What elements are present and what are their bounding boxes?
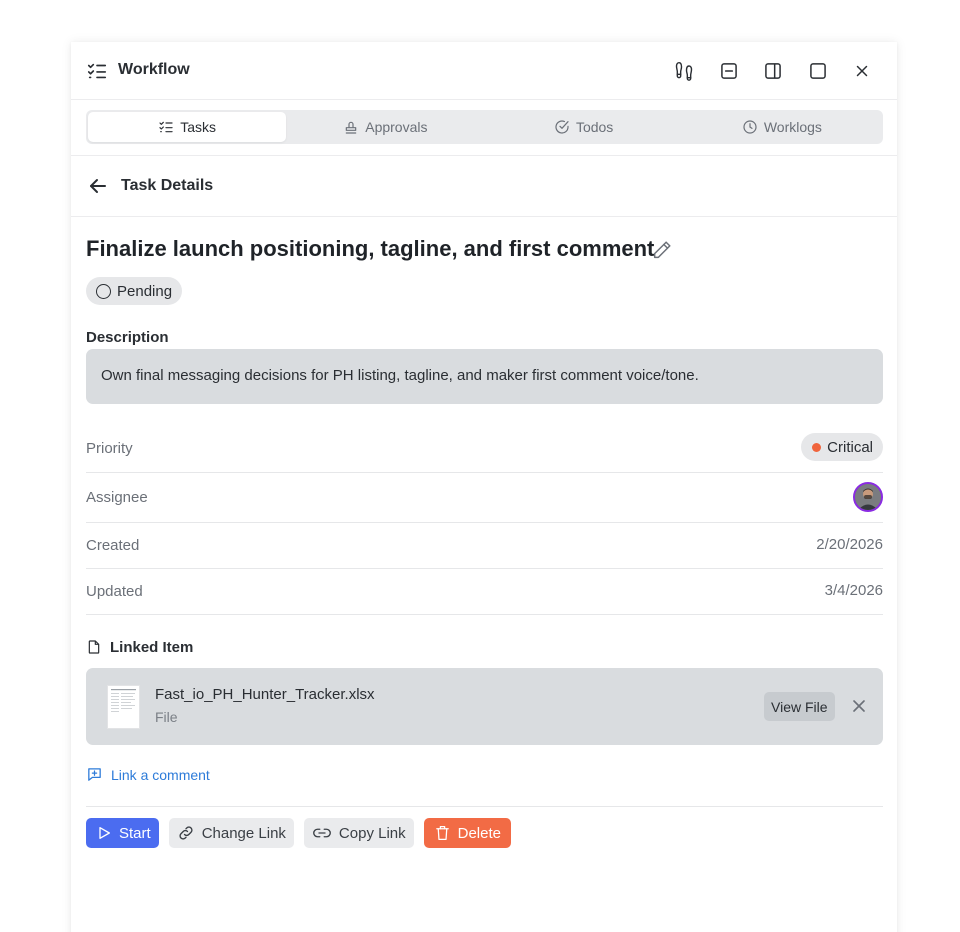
- link-comment-button[interactable]: Link a comment: [86, 766, 210, 783]
- spreadsheet-thumbnail-icon: [111, 689, 136, 712]
- tasklist-icon: [159, 121, 173, 133]
- priority-value: Critical: [827, 438, 873, 456]
- back-arrow-icon[interactable]: [86, 174, 110, 198]
- task-title: Finalize launch positioning, tagline, an…: [86, 236, 655, 261]
- split-panel-button[interactable]: [760, 58, 786, 84]
- linked-item-heading: Linked Item: [86, 638, 193, 656]
- updated-label: Updated: [86, 583, 143, 600]
- link-comment-label: Link a comment: [111, 766, 210, 783]
- priority-row: Priority Critical: [86, 430, 883, 473]
- workflow-panel: Workflow Tasks Approvals Todos Worklogs …: [71, 42, 897, 932]
- priority-label: Priority: [86, 440, 133, 457]
- trash-icon: [435, 825, 449, 841]
- panel-title: Workflow: [118, 61, 190, 78]
- tab-label: Tasks: [180, 119, 217, 135]
- copy-link-label: Copy Link: [338, 824, 406, 842]
- tab-worklogs[interactable]: Worklogs: [683, 112, 881, 142]
- copy-link-button[interactable]: Copy Link: [303, 818, 414, 848]
- details-header: Task Details: [71, 156, 897, 217]
- file-icon: [88, 640, 100, 654]
- file-type: File: [155, 709, 178, 725]
- updated-row: Updated 3/4/2026: [86, 569, 883, 615]
- change-link-label: Change Link: [201, 824, 286, 842]
- avatar[interactable]: [853, 482, 883, 512]
- footprints-button[interactable]: [671, 58, 697, 84]
- tasklist-icon: [87, 63, 107, 79]
- file-thumbnail: [107, 685, 140, 729]
- linked-item-label: Linked Item: [110, 638, 194, 656]
- minimize-button[interactable]: [716, 58, 742, 84]
- priority-dot: [812, 442, 822, 452]
- footprints-icon: [675, 61, 693, 81]
- tab-todos[interactable]: Todos: [485, 112, 683, 142]
- close-button[interactable]: [849, 58, 875, 84]
- description-box[interactable]: Own final messaging decisions for PH lis…: [86, 349, 883, 404]
- start-label: Start: [119, 824, 151, 842]
- created-value: 2/20/2026: [816, 536, 883, 553]
- tab-bar: Tasks Approvals Todos Worklogs: [71, 100, 897, 156]
- delete-button[interactable]: Delete: [423, 818, 511, 848]
- change-link-button[interactable]: Change Link: [168, 818, 294, 848]
- action-bar: Start Change Link Copy Link Delete: [86, 818, 511, 848]
- minimize-icon: [721, 63, 737, 79]
- created-row: Created 2/20/2026: [86, 523, 883, 569]
- link-icon: [179, 826, 193, 840]
- tab-tasks[interactable]: Tasks: [88, 112, 287, 142]
- details-title: Task Details: [121, 177, 214, 194]
- start-button[interactable]: Start: [86, 818, 159, 848]
- linked-file-card[interactable]: Fast_io_PH_Hunter_Tracker.xlsx File View…: [86, 668, 883, 745]
- close-icon[interactable]: [849, 696, 869, 716]
- chain-link-icon: [313, 828, 331, 838]
- play-icon: [99, 827, 110, 839]
- created-label: Created: [86, 537, 140, 554]
- view-file-button[interactable]: View File: [764, 692, 835, 721]
- assignee-label: Assignee: [86, 489, 148, 506]
- tab-label: Approvals: [365, 119, 428, 135]
- tab-label: Worklogs: [763, 119, 822, 135]
- stamp-icon: [345, 121, 357, 134]
- tab-label: Todos: [575, 119, 614, 135]
- file-name: Fast_io_PH_Hunter_Tracker.xlsx: [155, 686, 375, 703]
- check-circle-icon: [555, 120, 569, 134]
- tabs: Tasks Approvals Todos Worklogs: [86, 110, 883, 144]
- comment-plus-icon: [88, 768, 101, 781]
- close-icon: [856, 65, 868, 77]
- circle-icon: [96, 283, 111, 299]
- priority-badge[interactable]: Critical: [801, 433, 883, 461]
- status-label: Pending: [117, 282, 173, 300]
- split-panel-icon: [765, 63, 781, 79]
- status-badge[interactable]: Pending: [86, 277, 183, 305]
- panel-header: Workflow: [71, 42, 897, 100]
- maximize-button[interactable]: [805, 58, 831, 84]
- clock-icon: [743, 120, 757, 134]
- maximize-icon: [810, 63, 826, 79]
- divider: [86, 806, 883, 807]
- user-avatar-icon: [855, 484, 881, 510]
- assignee-row: Assignee: [86, 473, 883, 523]
- tab-approvals[interactable]: Approvals: [286, 112, 484, 142]
- delete-label: Delete: [457, 824, 501, 842]
- updated-value: 3/4/2026: [824, 582, 883, 599]
- description-label: Description: [86, 329, 169, 346]
- pencil-icon[interactable]: [651, 239, 673, 261]
